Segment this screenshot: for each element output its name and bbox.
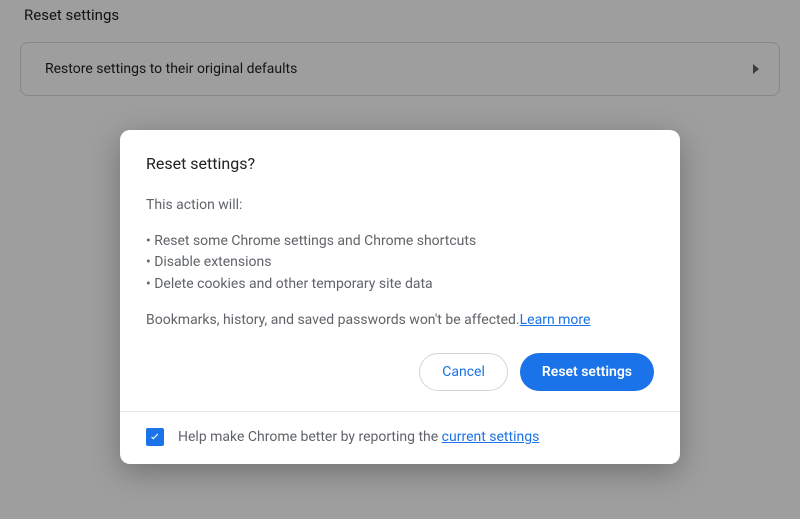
checkmark-icon	[148, 430, 162, 444]
report-settings-checkbox[interactable]	[146, 428, 164, 446]
dialog-body: Reset settings? This action will: • Rese…	[120, 130, 680, 411]
reset-settings-dialog: Reset settings? This action will: • Rese…	[120, 130, 680, 464]
reset-settings-button[interactable]: Reset settings	[520, 353, 654, 391]
footer-text: Help make Chrome better by reporting the…	[178, 429, 539, 445]
cancel-button[interactable]: Cancel	[419, 353, 508, 391]
modal-overlay: Reset settings? This action will: • Rese…	[0, 0, 800, 519]
dialog-footnote: Bookmarks, history, and saved passwords …	[146, 310, 654, 332]
dialog-bullet: • Delete cookies and other temporary sit…	[146, 274, 654, 296]
dialog-title: Reset settings?	[146, 154, 654, 173]
dialog-bullet: • Reset some Chrome settings and Chrome …	[146, 231, 654, 253]
dialog-lead-text: This action will:	[146, 195, 654, 217]
dialog-bullet-list: • Reset some Chrome settings and Chrome …	[146, 231, 654, 296]
dialog-button-row: Cancel Reset settings	[146, 353, 654, 391]
current-settings-link[interactable]: current settings	[442, 429, 540, 445]
dialog-footer: Help make Chrome better by reporting the…	[120, 411, 680, 464]
dialog-bullet: • Disable extensions	[146, 252, 654, 274]
learn-more-link[interactable]: Learn more	[520, 312, 591, 328]
